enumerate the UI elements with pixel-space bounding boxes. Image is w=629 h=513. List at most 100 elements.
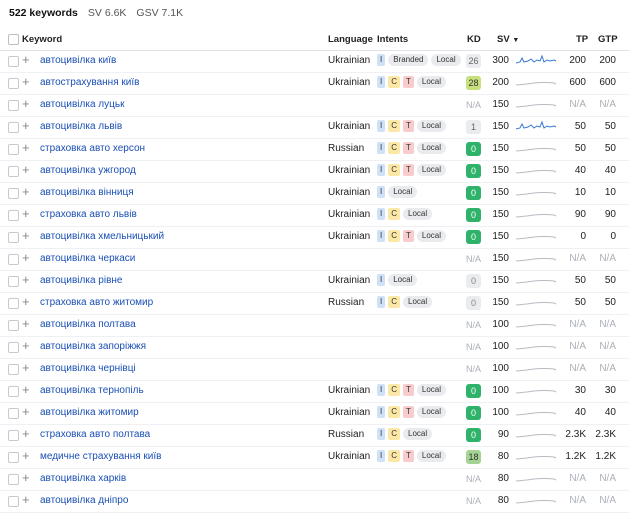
- col-kd[interactable]: KD: [467, 34, 481, 45]
- add-keyword-plus-icon[interactable]: +: [22, 383, 30, 397]
- trend-sparkline: [515, 148, 557, 152]
- add-keyword-plus-icon[interactable]: +: [22, 53, 30, 67]
- add-keyword-plus-icon[interactable]: +: [22, 119, 30, 133]
- col-keyword[interactable]: Keyword: [22, 34, 62, 45]
- global-traffic-potential: 30: [604, 385, 616, 396]
- row-checkbox[interactable]: [8, 298, 19, 309]
- add-keyword-plus-icon[interactable]: +: [22, 251, 30, 265]
- row-checkbox[interactable]: [8, 452, 19, 463]
- add-keyword-plus-icon[interactable]: +: [22, 229, 30, 243]
- row-checkbox[interactable]: [8, 56, 19, 67]
- kd-badge: N/A: [466, 474, 482, 484]
- row-checkbox[interactable]: [8, 166, 19, 177]
- keyword-link[interactable]: автоцивілка полтава: [40, 319, 136, 330]
- keyword-link[interactable]: автоцивілка чернівці: [40, 363, 136, 374]
- add-keyword-plus-icon[interactable]: +: [22, 493, 30, 507]
- keyword-link[interactable]: автоцивілка київ: [40, 55, 116, 66]
- row-checkbox[interactable]: [8, 408, 19, 419]
- add-keyword-plus-icon[interactable]: +: [22, 207, 30, 221]
- add-keyword-plus-icon[interactable]: +: [22, 295, 30, 309]
- tag-badge: Local: [416, 450, 447, 462]
- col-tp[interactable]: TP: [576, 34, 588, 45]
- keyword-link[interactable]: автоцивілка львів: [40, 121, 122, 132]
- add-keyword-plus-icon[interactable]: +: [22, 361, 30, 375]
- search-volume: 150: [492, 165, 509, 176]
- kd-badge: 0: [466, 186, 481, 200]
- add-keyword-plus-icon[interactable]: +: [22, 273, 30, 287]
- keyword-link[interactable]: автоцивілка житомир: [40, 407, 139, 418]
- col-language[interactable]: Language: [328, 34, 373, 45]
- keyword-link[interactable]: автоцивілка хмельницький: [40, 231, 164, 242]
- intent-badge: I: [377, 428, 386, 440]
- add-keyword-plus-icon[interactable]: +: [22, 339, 30, 353]
- keyword-link[interactable]: автоцивілка луцьк: [40, 99, 124, 110]
- row-checkbox[interactable]: [8, 276, 19, 287]
- keyword-link[interactable]: автоцивілка тернопіль: [40, 385, 144, 396]
- traffic-potential: 50: [574, 275, 586, 286]
- add-keyword-plus-icon[interactable]: +: [22, 449, 30, 463]
- keyword-link[interactable]: автострахування київ: [40, 77, 139, 88]
- table-row: + автоцивілка київ Ukrainian I Branded Local 2…: [0, 50, 629, 73]
- add-keyword-plus-icon[interactable]: +: [22, 471, 30, 485]
- add-keyword-plus-icon[interactable]: +: [22, 163, 30, 177]
- keyword-link[interactable]: автоцивілка дніпро: [40, 495, 128, 506]
- table-row: + автоцивілка полтава N/A 100 N/A N/A: [0, 314, 629, 337]
- add-keyword-plus-icon[interactable]: +: [22, 185, 30, 199]
- keyword-link[interactable]: медичне страхування київ: [40, 451, 161, 462]
- intents-cell: I C T Local: [377, 120, 447, 132]
- global-traffic-potential: 50: [604, 143, 616, 154]
- row-checkbox[interactable]: [8, 430, 19, 441]
- language-cell: Ukrainian: [328, 77, 371, 88]
- col-sv[interactable]: SV ▼: [497, 34, 519, 45]
- trend-sparkline: [515, 500, 557, 504]
- row-checkbox[interactable]: [8, 320, 19, 331]
- keyword-link[interactable]: автоцивілка вінниця: [40, 187, 134, 198]
- add-keyword-plus-icon[interactable]: +: [22, 75, 30, 89]
- row-checkbox[interactable]: [8, 78, 19, 89]
- row-checkbox[interactable]: [8, 474, 19, 485]
- add-keyword-plus-icon[interactable]: +: [22, 97, 30, 111]
- row-checkbox[interactable]: [8, 496, 19, 507]
- table-row: + автоцивілка харків N/A 80 N/A N/A: [0, 468, 629, 491]
- row-checkbox[interactable]: [8, 144, 19, 155]
- kd-badge: N/A: [466, 496, 482, 506]
- table-row: + страховка авто херсон Russian I C T Local 0 15…: [0, 138, 629, 161]
- keyword-link[interactable]: автоцивілка харків: [40, 473, 126, 484]
- table-row: + медичне страхування київ Ukrainian I C T Loc…: [0, 446, 629, 469]
- keyword-link[interactable]: страховка авто житомир: [40, 297, 153, 308]
- search-volume: 90: [497, 429, 509, 440]
- row-checkbox[interactable]: [8, 100, 19, 111]
- col-intents[interactable]: Intents: [377, 34, 408, 45]
- row-checkbox[interactable]: [8, 386, 19, 397]
- keyword-link[interactable]: страховка авто херсон: [40, 143, 145, 154]
- keyword-link[interactable]: автоцивілка запоріжжя: [40, 341, 146, 352]
- add-keyword-plus-icon[interactable]: +: [22, 317, 30, 331]
- select-all-checkbox[interactable]: [8, 34, 19, 45]
- intent-badge: I: [377, 230, 386, 242]
- row-checkbox[interactable]: [8, 122, 19, 133]
- row-checkbox[interactable]: [8, 364, 19, 375]
- row-checkbox[interactable]: [8, 210, 19, 221]
- global-traffic-potential: 50: [604, 275, 616, 286]
- kd-badge: 0: [466, 274, 481, 288]
- row-checkbox[interactable]: [8, 232, 19, 243]
- row-checkbox[interactable]: [8, 254, 19, 265]
- intents-cell: I C Local: [377, 428, 433, 440]
- add-keyword-plus-icon[interactable]: +: [22, 427, 30, 441]
- row-checkbox[interactable]: [8, 342, 19, 353]
- trend-sparkline: [515, 302, 557, 306]
- tag-badge: Branded: [388, 54, 429, 66]
- row-checkbox[interactable]: [8, 188, 19, 199]
- intent-badge: C: [388, 428, 401, 440]
- add-keyword-plus-icon[interactable]: +: [22, 141, 30, 155]
- col-gtp[interactable]: GTP: [598, 34, 618, 45]
- keyword-link[interactable]: страховка авто полтава: [40, 429, 150, 440]
- intent-badge: T: [403, 120, 414, 132]
- keyword-link[interactable]: автоцивілка рівне: [40, 275, 122, 286]
- keyword-link[interactable]: автоцивілка ужгород: [40, 165, 136, 176]
- language-cell: Ukrainian: [328, 209, 371, 220]
- keyword-link[interactable]: автоцивілка черкаси: [40, 253, 135, 264]
- add-keyword-plus-icon[interactable]: +: [22, 405, 30, 419]
- keyword-link[interactable]: страховка авто львів: [40, 209, 137, 220]
- intents-cell: I Branded Local: [377, 54, 461, 66]
